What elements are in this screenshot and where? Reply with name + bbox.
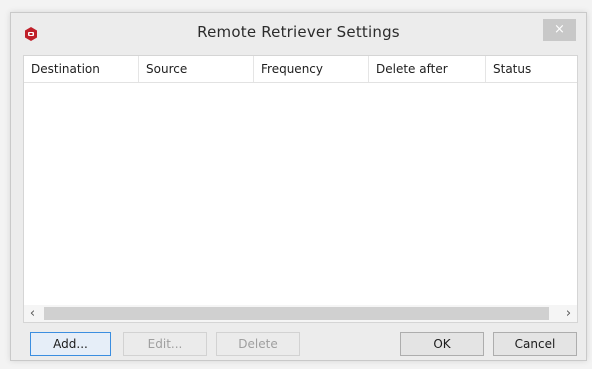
title-bar: Remote Retriever Settings × <box>11 13 586 55</box>
cancel-button[interactable]: Cancel <box>493 332 577 356</box>
scroll-left-icon[interactable]: ‹ <box>24 305 41 322</box>
screen: Remote Retriever Settings × Destination … <box>0 0 592 369</box>
delete-button[interactable]: Delete <box>216 332 300 356</box>
column-header-frequency[interactable]: Frequency <box>254 56 369 82</box>
scroll-thumb[interactable] <box>44 307 549 320</box>
horizontal-scrollbar[interactable]: ‹ › <box>24 305 577 322</box>
retriever-list[interactable]: Destination Source Frequency Delete afte… <box>23 55 578 323</box>
dialog-title: Remote Retriever Settings <box>197 23 400 41</box>
column-header-source[interactable]: Source <box>139 56 254 82</box>
close-icon: × <box>554 22 565 37</box>
list-header: Destination Source Frequency Delete afte… <box>24 56 577 83</box>
add-button[interactable]: Add... <box>30 332 111 356</box>
edit-button[interactable]: Edit... <box>123 332 207 356</box>
column-header-destination[interactable]: Destination <box>24 56 139 82</box>
column-header-status[interactable]: Status <box>486 56 577 82</box>
ok-button[interactable]: OK <box>400 332 484 356</box>
close-button[interactable]: × <box>543 19 576 41</box>
column-header-delete-after[interactable]: Delete after <box>369 56 486 82</box>
settings-dialog: Remote Retriever Settings × Destination … <box>10 12 587 361</box>
scroll-right-icon[interactable]: › <box>560 305 577 322</box>
button-bar: Add... Edit... Delete OK Cancel <box>11 323 586 362</box>
